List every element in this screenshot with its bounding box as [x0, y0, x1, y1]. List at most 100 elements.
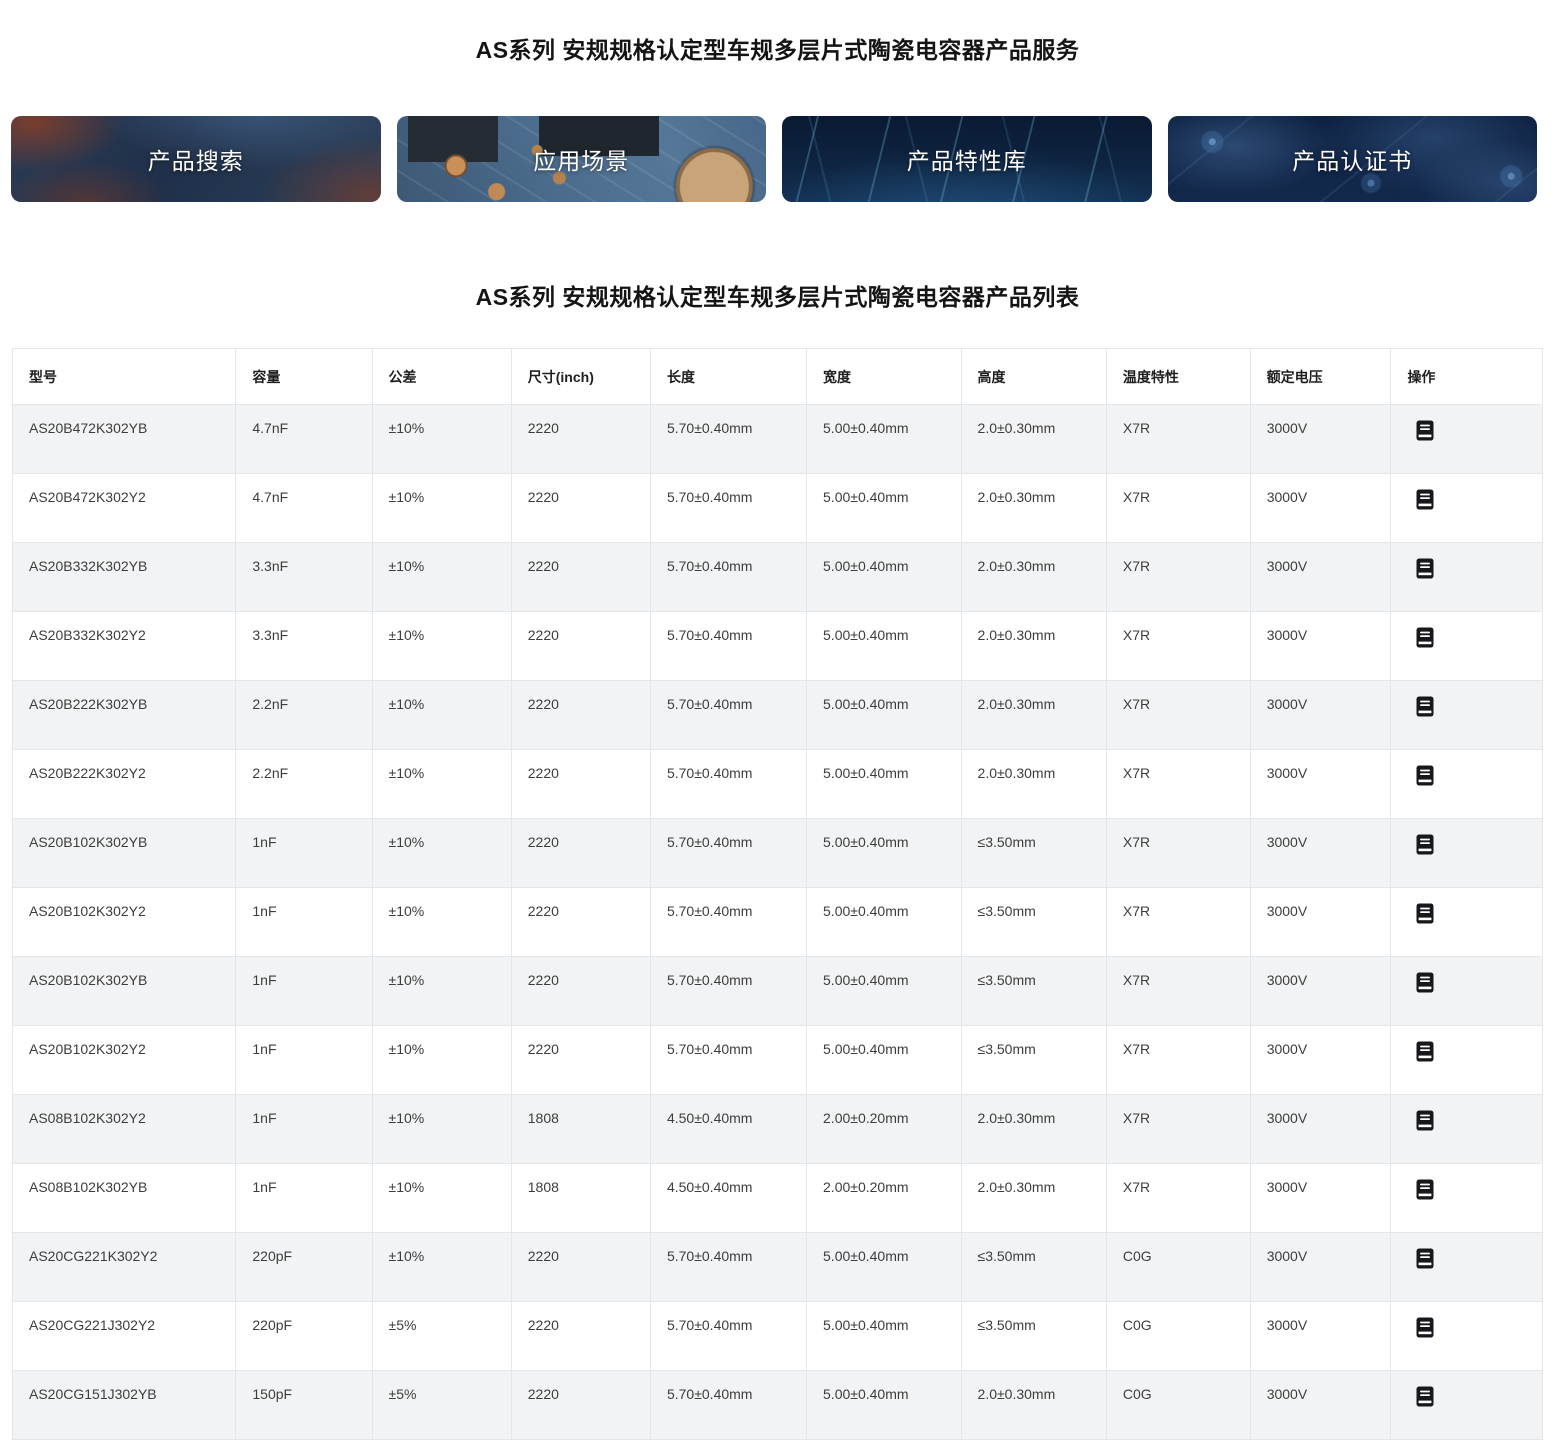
- cell-tolerance: ±5%: [372, 1371, 511, 1440]
- cell-model: AS20B102K302Y2: [13, 1026, 236, 1095]
- view-datasheet-button[interactable]: [1415, 1110, 1435, 1131]
- cell-temp-characteristic: X7R: [1106, 612, 1250, 681]
- cell-width: 5.00±0.40mm: [807, 474, 962, 543]
- cell-capacitance: 220pF: [236, 1302, 372, 1371]
- cell-width: 5.00±0.40mm: [807, 1302, 962, 1371]
- column-header: 尺寸(inch): [511, 349, 650, 405]
- banner-application-scenarios-label: 应用场景: [533, 142, 629, 176]
- book-icon: [1415, 1317, 1435, 1338]
- view-datasheet-button[interactable]: [1415, 834, 1435, 855]
- cell-actions: [1391, 543, 1543, 612]
- cell-model: AS20B472K302YB: [13, 405, 236, 474]
- cell-capacitance: 2.2nF: [236, 681, 372, 750]
- book-icon: [1415, 489, 1435, 510]
- banner-product-search[interactable]: 产品搜索: [11, 116, 381, 202]
- cell-width: 5.00±0.40mm: [807, 1233, 962, 1302]
- cell-rated-voltage: 3000V: [1250, 474, 1391, 543]
- column-header: 额定电压: [1250, 349, 1391, 405]
- cell-length: 4.50±0.40mm: [650, 1164, 806, 1233]
- cell-tolerance: ±10%: [372, 888, 511, 957]
- column-header: 操作: [1391, 349, 1543, 405]
- cell-temp-characteristic: X7R: [1106, 474, 1250, 543]
- cell-capacitance: 4.7nF: [236, 405, 372, 474]
- product-table-container: 型号容量公差尺寸(inch)长度宽度高度温度特性额定电压操作 AS20B472K…: [12, 348, 1543, 1440]
- cell-rated-voltage: 3000V: [1250, 405, 1391, 474]
- cell-model: AS20B332K302Y2: [13, 612, 236, 681]
- banner-application-scenarios[interactable]: 应用场景: [397, 116, 767, 202]
- cell-length: 5.70±0.40mm: [650, 1302, 806, 1371]
- book-icon: [1415, 558, 1435, 579]
- banner-product-characteristics-library[interactable]: 产品特性库: [782, 116, 1152, 202]
- cell-actions: [1391, 612, 1543, 681]
- view-datasheet-button[interactable]: [1415, 765, 1435, 786]
- cell-length: 5.70±0.40mm: [650, 888, 806, 957]
- cell-capacitance: 150pF: [236, 1371, 372, 1440]
- cell-actions: [1391, 1026, 1543, 1095]
- cell-actions: [1391, 1233, 1543, 1302]
- view-datasheet-button[interactable]: [1415, 696, 1435, 717]
- product-table-body: AS20B472K302YB4.7nF±10%22205.70±0.40mm5.…: [13, 405, 1543, 1440]
- cell-height: ≤3.50mm: [961, 1302, 1106, 1371]
- cell-temp-characteristic: X7R: [1106, 405, 1250, 474]
- cell-actions: [1391, 681, 1543, 750]
- column-header: 温度特性: [1106, 349, 1250, 405]
- cell-size-inch: 2220: [511, 1026, 650, 1095]
- cell-capacitance: 2.2nF: [236, 750, 372, 819]
- cell-actions: [1391, 1164, 1543, 1233]
- view-datasheet-button[interactable]: [1415, 1248, 1435, 1269]
- book-icon: [1415, 972, 1435, 993]
- column-header: 型号: [13, 349, 236, 405]
- cell-rated-voltage: 3000V: [1250, 1233, 1391, 1302]
- view-datasheet-button[interactable]: [1415, 627, 1435, 648]
- cell-size-inch: 2220: [511, 1302, 650, 1371]
- cell-width: 5.00±0.40mm: [807, 543, 962, 612]
- cell-model: AS08B102K302Y2: [13, 1095, 236, 1164]
- table-row: AS20B472K302Y24.7nF±10%22205.70±0.40mm5.…: [13, 474, 1543, 543]
- cell-length: 5.70±0.40mm: [650, 612, 806, 681]
- view-datasheet-button[interactable]: [1415, 558, 1435, 579]
- view-datasheet-button[interactable]: [1415, 1317, 1435, 1338]
- cell-tolerance: ±10%: [372, 543, 511, 612]
- view-datasheet-button[interactable]: [1415, 1041, 1435, 1062]
- view-datasheet-button[interactable]: [1415, 972, 1435, 993]
- cell-capacitance: 220pF: [236, 1233, 372, 1302]
- cell-actions: [1391, 888, 1543, 957]
- cell-actions: [1391, 750, 1543, 819]
- cell-tolerance: ±10%: [372, 750, 511, 819]
- cell-temp-characteristic: C0G: [1106, 1233, 1250, 1302]
- cell-size-inch: 2220: [511, 681, 650, 750]
- cell-height: ≤3.50mm: [961, 957, 1106, 1026]
- table-row: AS20CG221K302Y2220pF±10%22205.70±0.40mm5…: [13, 1233, 1543, 1302]
- cell-rated-voltage: 3000V: [1250, 543, 1391, 612]
- cell-length: 5.70±0.40mm: [650, 1233, 806, 1302]
- column-header: 容量: [236, 349, 372, 405]
- cell-temp-characteristic: X7R: [1106, 1095, 1250, 1164]
- view-datasheet-button[interactable]: [1415, 903, 1435, 924]
- cell-length: 5.70±0.40mm: [650, 1026, 806, 1095]
- cell-width: 5.00±0.40mm: [807, 888, 962, 957]
- view-datasheet-button[interactable]: [1415, 489, 1435, 510]
- cell-length: 5.70±0.40mm: [650, 543, 806, 612]
- cell-size-inch: 2220: [511, 543, 650, 612]
- cell-tolerance: ±10%: [372, 612, 511, 681]
- cell-length: 5.70±0.40mm: [650, 474, 806, 543]
- cell-length: 5.70±0.40mm: [650, 681, 806, 750]
- cell-rated-voltage: 3000V: [1250, 957, 1391, 1026]
- view-datasheet-button[interactable]: [1415, 1179, 1435, 1200]
- cell-rated-voltage: 3000V: [1250, 1302, 1391, 1371]
- cell-width: 5.00±0.40mm: [807, 681, 962, 750]
- cell-tolerance: ±10%: [372, 405, 511, 474]
- cell-height: 2.0±0.30mm: [961, 681, 1106, 750]
- cell-temp-characteristic: X7R: [1106, 750, 1250, 819]
- cell-size-inch: 2220: [511, 1371, 650, 1440]
- cell-model: AS20B102K302Y2: [13, 888, 236, 957]
- cell-size-inch: 2220: [511, 819, 650, 888]
- table-row: AS20B222K302Y22.2nF±10%22205.70±0.40mm5.…: [13, 750, 1543, 819]
- view-datasheet-button[interactable]: [1415, 1386, 1435, 1407]
- cell-actions: [1391, 405, 1543, 474]
- cell-rated-voltage: 3000V: [1250, 888, 1391, 957]
- banner-product-certificates[interactable]: 产品认证书: [1168, 116, 1538, 202]
- cell-tolerance: ±10%: [372, 1095, 511, 1164]
- view-datasheet-button[interactable]: [1415, 420, 1435, 441]
- cell-capacitance: 1nF: [236, 1164, 372, 1233]
